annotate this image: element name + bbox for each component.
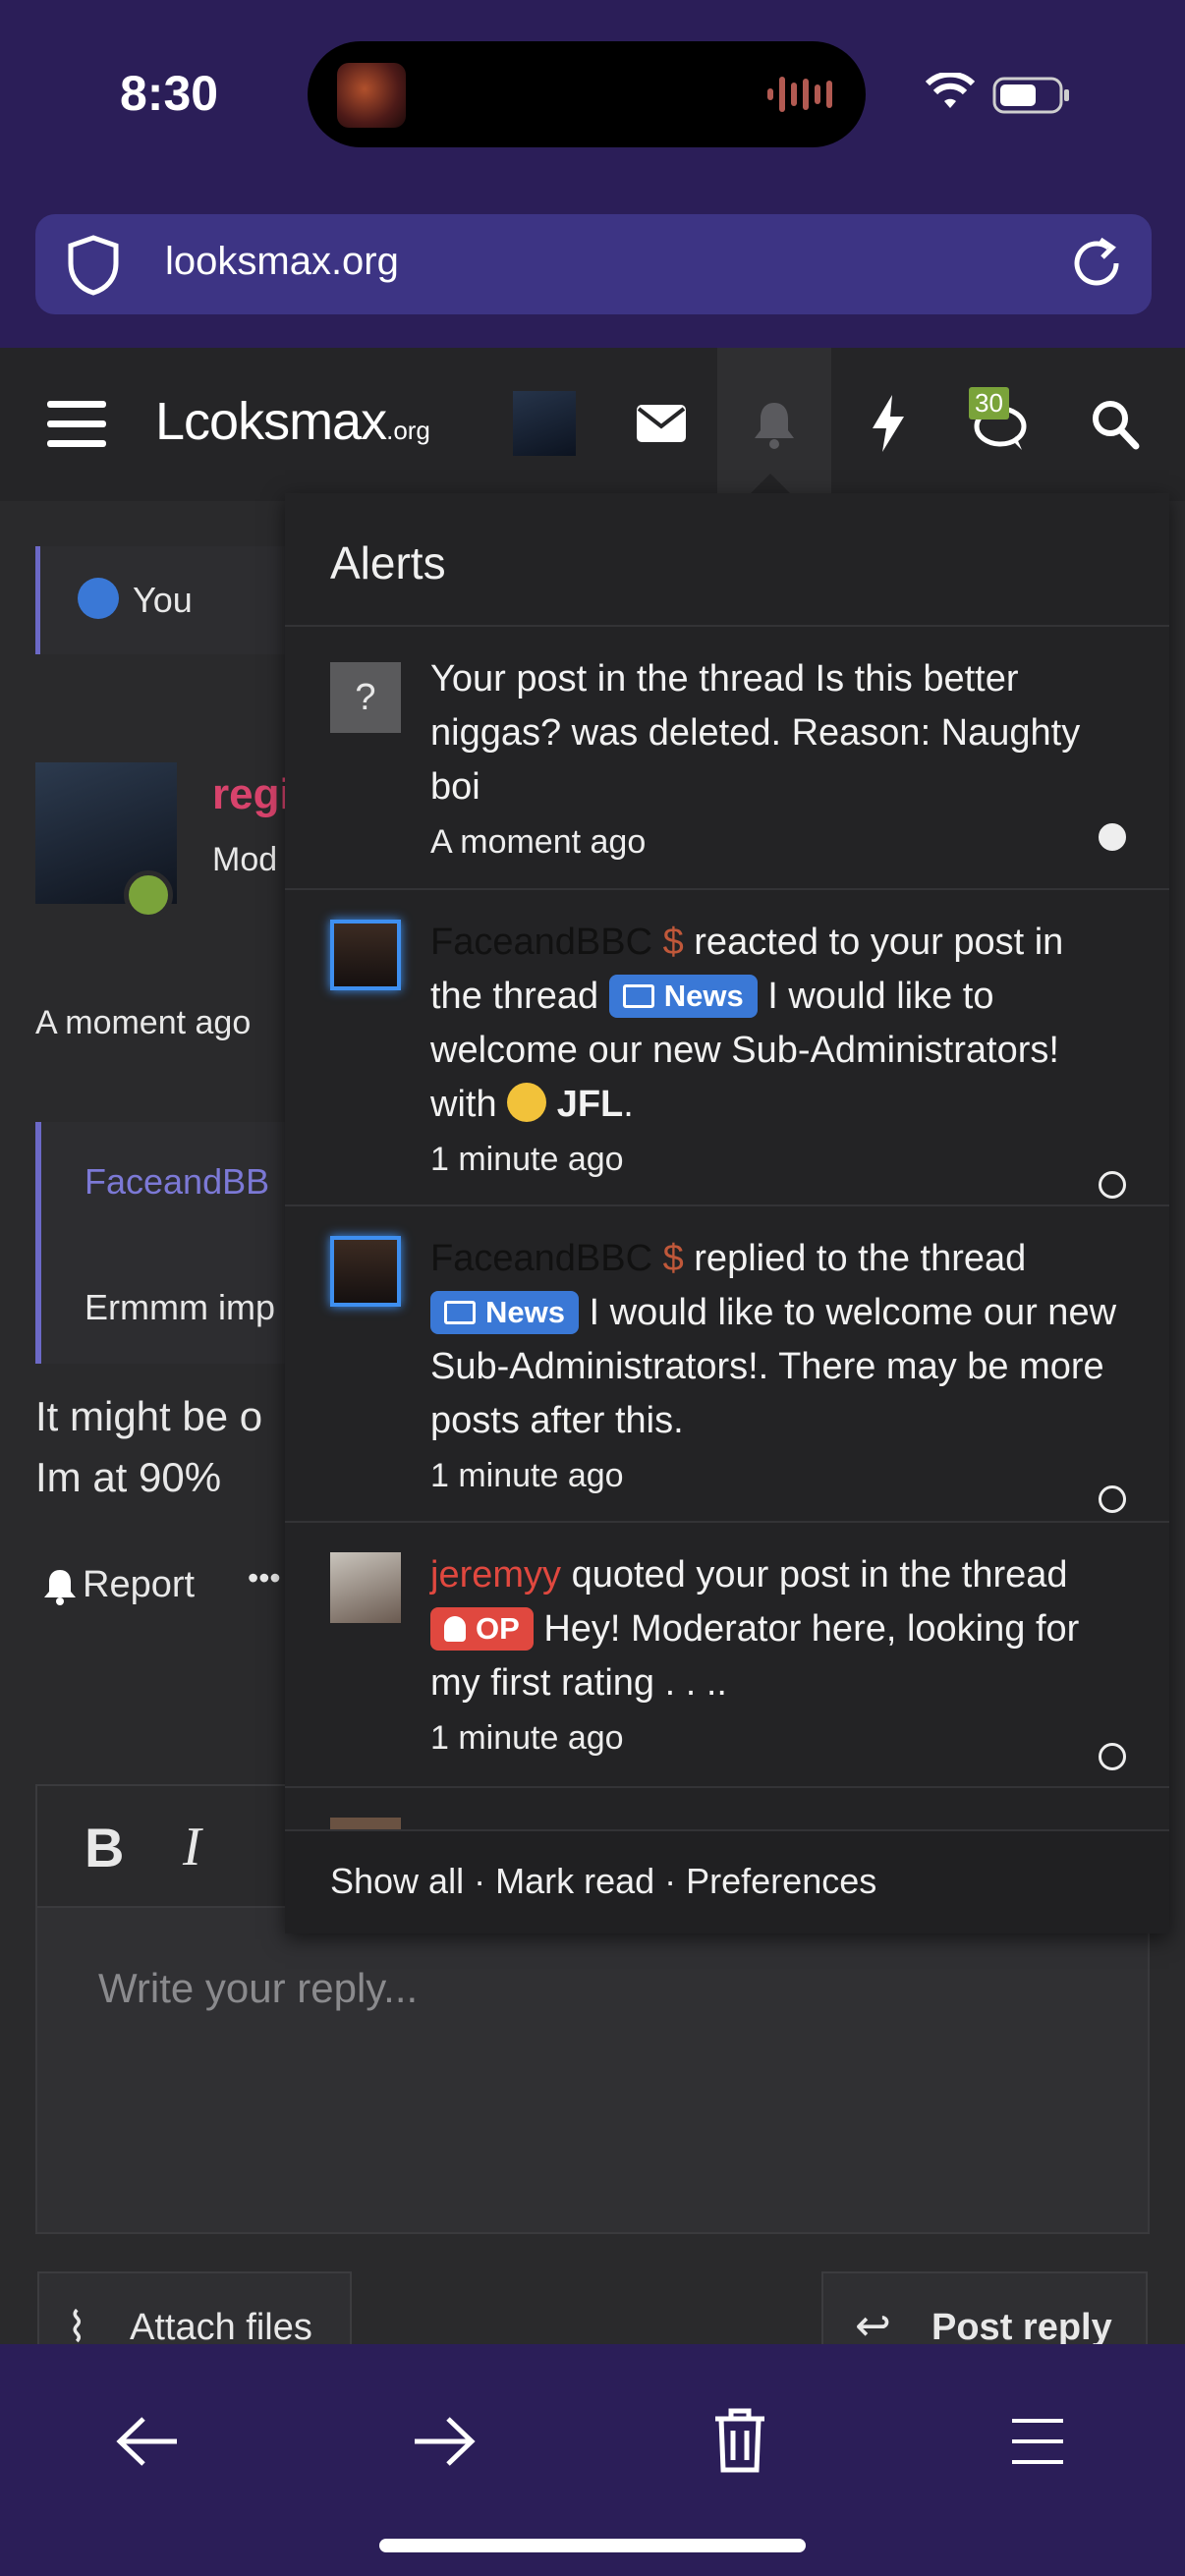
- unknown-avatar-icon: ?: [330, 662, 401, 733]
- jfl-reaction-icon: [507, 1083, 547, 1122]
- quote-text: Ermmm imp: [85, 1287, 275, 1327]
- alert-item[interactable]: FaceandBBC $ reacted to your post in the…: [285, 888, 1169, 1204]
- preferences-link[interactable]: Preferences: [686, 1861, 876, 1901]
- quote-block: FaceandBB Ermmm imp: [35, 1122, 301, 1364]
- menu-icon[interactable]: [1012, 2417, 1063, 2466]
- wifi-icon: [926, 73, 975, 108]
- user-avatar[interactable]: [330, 1552, 401, 1623]
- post-body-line2: Im at 90%: [35, 1454, 222, 1500]
- news-tag: News: [608, 975, 758, 1018]
- attach-label: Attach files: [130, 2307, 312, 2348]
- alerts-dropdown: Alerts ? Your post in the thread Is this…: [285, 493, 1169, 1933]
- report-link[interactable]: Report: [83, 1564, 195, 1606]
- forward-icon[interactable]: [411, 2415, 476, 2468]
- now-playing-artwork: [337, 63, 406, 128]
- alert-time: A moment ago: [430, 823, 647, 861]
- home-indicator: [379, 2539, 806, 2552]
- alert-username[interactable]: FaceandBBC: [430, 1238, 652, 1279]
- alert-time: 1 minute ago: [430, 1141, 624, 1178]
- user-avatar[interactable]: [330, 1236, 401, 1307]
- report-bell-icon: [44, 1570, 76, 1605]
- back-icon[interactable]: [116, 2415, 181, 2468]
- user-avatar[interactable]: [330, 920, 401, 990]
- more-options[interactable]: •••: [248, 1560, 281, 1596]
- search-icon[interactable]: [1091, 399, 1140, 450]
- author-name[interactable]: regi: [212, 770, 292, 819]
- news-tag: News: [430, 1291, 579, 1334]
- url-text[interactable]: looksmax.org: [165, 240, 399, 284]
- user-avatar[interactable]: [513, 391, 576, 456]
- read-dot[interactable]: [1099, 1743, 1126, 1770]
- post-time[interactable]: A moment ago: [35, 1004, 251, 1042]
- like-icon: [78, 578, 119, 619]
- alerts-caret: [749, 474, 792, 495]
- user-icon: [444, 1616, 466, 1642]
- italic-icon[interactable]: I: [183, 1816, 201, 1878]
- post-body-line1: It might be o: [35, 1393, 263, 1439]
- alerts-title: Alerts: [330, 537, 446, 588]
- hamburger-menu-icon[interactable]: [47, 399, 106, 450]
- alerts-footer: Show all · Mark read · Preferences: [285, 1829, 1169, 1933]
- post-reply-label: Post reply: [931, 2307, 1112, 2348]
- read-dot[interactable]: [1099, 1485, 1126, 1513]
- alert-text[interactable]: Your post in the thread Is this better n…: [430, 652, 1118, 869]
- notification-count-badge: 30: [969, 387, 1009, 420]
- alert-time: 1 minute ago: [430, 1719, 624, 1757]
- reaction-name: JFL: [556, 1084, 624, 1125]
- dollar-icon: $: [662, 922, 684, 963]
- bell-icon: [755, 403, 794, 449]
- alert-username[interactable]: jeremyy: [430, 1554, 561, 1596]
- like-text: You: [133, 580, 193, 620]
- site-logo[interactable]: Lcoksmax.org: [155, 391, 430, 452]
- mail-icon[interactable]: [637, 405, 686, 442]
- reply-placeholder[interactable]: Write your reply...: [98, 1965, 418, 2012]
- browser-top-chrome: 8:30 looksmax.org: [0, 0, 1185, 348]
- alerts-footer-links: Show all · Mark read · Preferences: [330, 1861, 876, 1902]
- mark-read-link[interactable]: Mark read: [495, 1861, 654, 1901]
- bold-icon[interactable]: B: [85, 1816, 124, 1879]
- alert-username[interactable]: FaceandBBC: [430, 922, 652, 963]
- trash-icon[interactable]: [713, 2407, 766, 2474]
- alert-item-partial[interactable]: [285, 1786, 1169, 1829]
- online-indicator: [124, 870, 173, 920]
- alert-text[interactable]: FaceandBBC $ reacted to your post in the…: [430, 916, 1118, 1187]
- show-all-link[interactable]: Show all: [330, 1861, 464, 1901]
- alert-text[interactable]: jeremyy quoted your post in the thread O…: [430, 1548, 1118, 1765]
- separator: ·: [654, 1861, 687, 1901]
- alert-item[interactable]: jeremyy quoted your post in the thread O…: [285, 1521, 1169, 1786]
- op-tag: OP: [430, 1607, 534, 1651]
- dynamic-island: [308, 41, 866, 147]
- unread-dot[interactable]: [1099, 823, 1126, 851]
- shield-icon: [68, 235, 119, 296]
- address-bar[interactable]: looksmax.org: [35, 214, 1152, 314]
- alert-item[interactable]: FaceandBBC $ replied to the thread News …: [285, 1204, 1169, 1521]
- alert-item[interactable]: ? Your post in the thread Is this better…: [285, 625, 1169, 888]
- separator: ·: [464, 1861, 496, 1901]
- quote-author[interactable]: FaceandBB: [85, 1161, 269, 1203]
- dollar-icon: $: [662, 1238, 684, 1279]
- forum-navbar: Lcoksmax.org 30: [0, 348, 1185, 501]
- lightning-icon[interactable]: [871, 395, 906, 452]
- reload-icon[interactable]: [1067, 234, 1126, 293]
- user-avatar: [330, 1818, 401, 1829]
- battery-icon: [992, 77, 1069, 114]
- alert-text[interactable]: FaceandBBC $ replied to the thread News …: [430, 1232, 1118, 1503]
- read-dot[interactable]: [1099, 1171, 1126, 1199]
- reaction-summary[interactable]: You: [35, 546, 291, 654]
- alert-time: 1 minute ago: [430, 1457, 624, 1494]
- status-time: 8:30: [120, 66, 219, 121]
- author-role: Mod: [212, 841, 278, 878]
- audio-waveform-icon: [767, 77, 832, 112]
